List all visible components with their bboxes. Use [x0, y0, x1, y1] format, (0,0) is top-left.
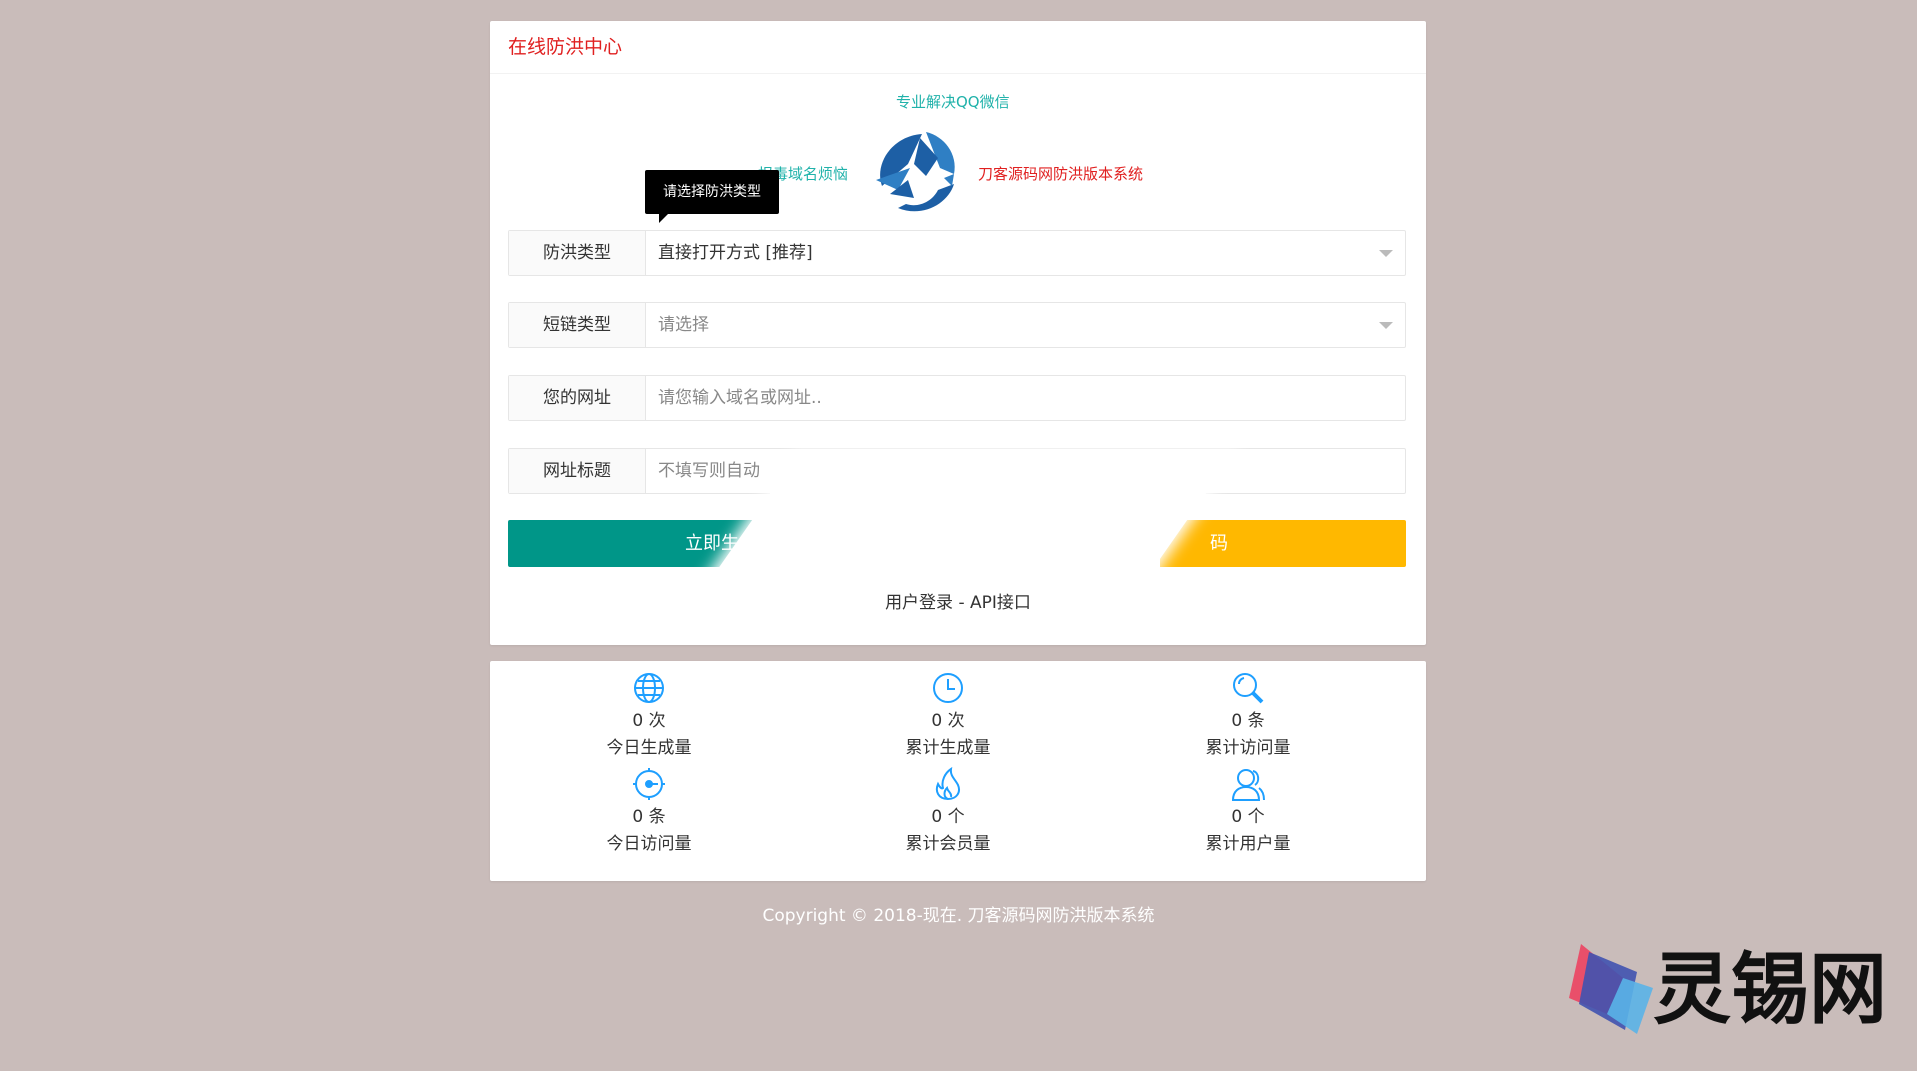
transition-overlay-core: [770, 469, 1160, 579]
url-label: 您的网址: [509, 376, 646, 420]
stat-today-visits: 0 条 今日访问量: [539, 767, 759, 857]
users-icon: [1231, 769, 1265, 801]
short-link-type-label: 短链类型: [509, 303, 646, 347]
search-icon: [1233, 673, 1264, 704]
stat-label: 累计用户量: [1205, 834, 1291, 854]
stat-value: 0 次: [931, 711, 965, 731]
caret-down-icon[interactable]: [1379, 250, 1393, 257]
short-link-type-placeholder: 请选择: [658, 315, 709, 335]
defense-type-select[interactable]: 防洪类型 直接打开方式 [推荐]: [508, 230, 1406, 276]
auth-links: 用户登录 - API接口: [490, 588, 1426, 613]
stat-total-visits: 0 条 累计访问量: [1138, 671, 1358, 761]
globe-icon: [634, 673, 664, 703]
watermark-text: 灵锡网: [1653, 945, 1888, 1035]
watermark-icon: [1569, 944, 1653, 1034]
api-link[interactable]: API接口: [970, 593, 1031, 613]
logo-icon: [876, 132, 955, 212]
stat-total-generated: 0 次 累计生成量: [838, 671, 1058, 761]
stat-value: 0 个: [1231, 807, 1265, 827]
title-placeholder: 不填写则自动: [658, 461, 760, 481]
url-placeholder: 请您输入域名或网址..: [658, 388, 822, 408]
stat-value: 0 次: [632, 711, 666, 731]
url-field[interactable]: 您的网址 请您输入域名或网址..: [508, 375, 1406, 421]
stats-panel: 0 次 今日生成量 0 次 累计生成量 0 条 累计访问量 0 条 今日访问量 …: [490, 661, 1426, 881]
caret-down-icon[interactable]: [1379, 322, 1393, 329]
slogan-top: 专业解决QQ微信: [896, 93, 1010, 111]
stat-total-users: 0 个 累计用户量: [1138, 767, 1358, 857]
defense-type-label: 防洪类型: [509, 231, 646, 275]
stat-label: 今日访问量: [606, 834, 692, 854]
flame-icon: [935, 767, 960, 801]
stat-label: 累计访问量: [1205, 738, 1291, 758]
footer-copyright: Copyright © 2018-现在. 刀客源码网防洪版本系统: [762, 906, 1155, 926]
stat-label: 累计生成量: [905, 738, 991, 758]
stat-label: 今日生成量: [606, 738, 692, 758]
stat-total-members: 0 个 累计会员量: [838, 767, 1058, 857]
clock-icon: [933, 673, 963, 703]
stat-value: 0 个: [931, 807, 965, 827]
link-separator: -: [953, 593, 971, 613]
login-link[interactable]: 用户登录: [885, 593, 953, 613]
generator-panel: 在线防洪中心 专业解决QQ微信 报毒域名烦恼 刀客源码网防洪版本系统 请选择防洪…: [490, 21, 1426, 645]
short-link-type-value[interactable]: 请选择: [646, 303, 1405, 347]
stat-value: 0 条: [1231, 711, 1265, 731]
type-tooltip: 请选择防洪类型: [645, 170, 779, 223]
title-label: 网址标题: [509, 449, 646, 493]
panel-title: 在线防洪中心: [490, 21, 1426, 74]
url-input[interactable]: 请您输入域名或网址..: [646, 376, 1405, 420]
stat-label: 累计会员量: [905, 834, 991, 854]
dial-icon: [633, 768, 665, 800]
watermark-logo: 灵锡网: [1567, 942, 1887, 1038]
short-link-type-select[interactable]: 短链类型 请选择: [508, 302, 1406, 348]
defense-type-value[interactable]: 直接打开方式 [推荐]: [646, 231, 1405, 275]
stat-today-generated: 0 次 今日生成量: [539, 671, 759, 761]
stat-value: 0 条: [632, 807, 666, 827]
defense-type-selected: 直接打开方式 [推荐]: [658, 243, 813, 263]
slogan-right: 刀客源码网防洪版本系统: [978, 165, 1144, 183]
